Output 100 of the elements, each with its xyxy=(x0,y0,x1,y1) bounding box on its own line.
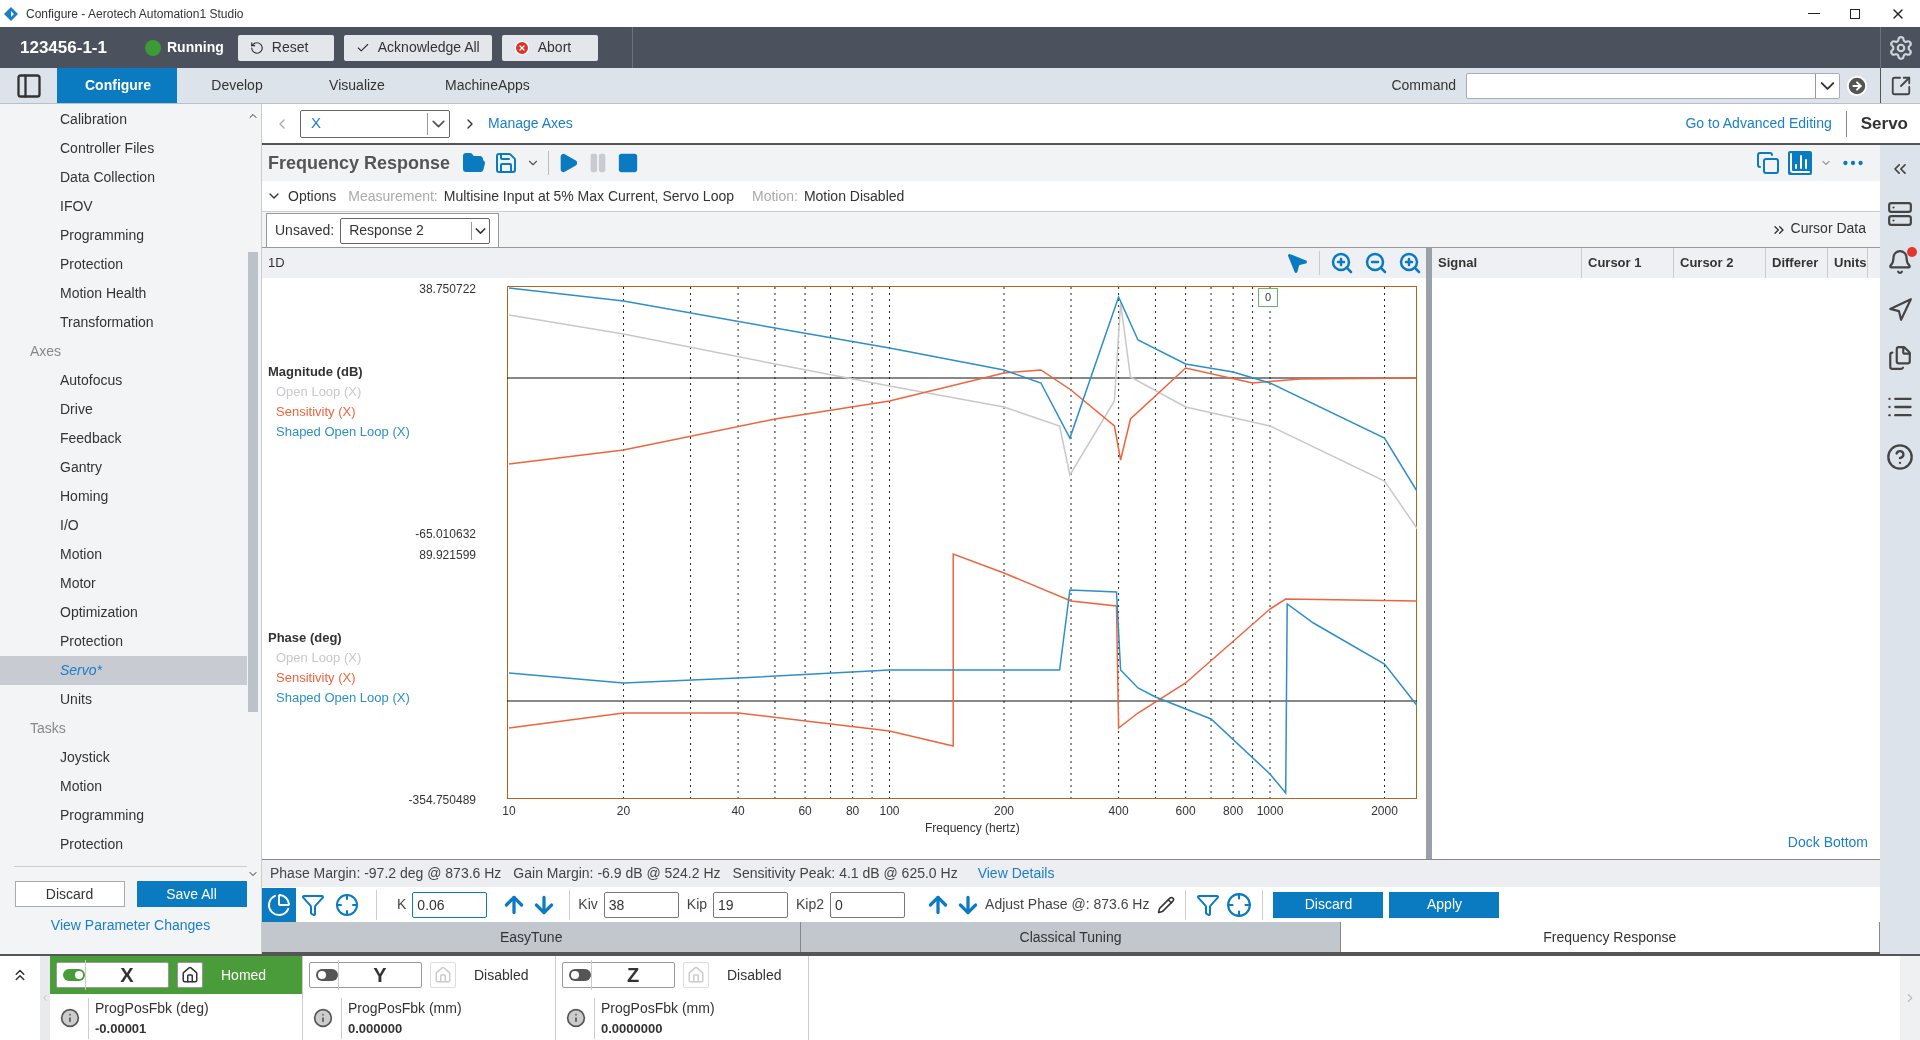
sidebar-item[interactable]: Joystick xyxy=(0,743,247,772)
info-icon[interactable] xyxy=(60,1008,80,1029)
tuning-tab[interactable]: Classical Tuning xyxy=(801,922,1341,952)
sidebar-item[interactable]: Programming xyxy=(0,801,247,830)
tuning-mode-button[interactable] xyxy=(262,887,296,922)
settings-icon[interactable] xyxy=(1887,34,1914,61)
zoom-in-icon[interactable] xyxy=(1398,251,1422,275)
restore-icon[interactable] xyxy=(1850,8,1860,19)
cursor-marker[interactable]: 0 xyxy=(1258,288,1279,307)
notification-icon[interactable] xyxy=(1887,249,1913,275)
sidebar-item[interactable]: Motor xyxy=(0,569,247,598)
pie-chart-icon xyxy=(267,892,291,917)
crosshair-icon xyxy=(335,892,359,917)
device-icon[interactable] xyxy=(1887,201,1913,227)
main-tab[interactable]: Develop xyxy=(177,68,297,103)
main-tab[interactable]: Visualize xyxy=(297,68,417,103)
main-tab[interactable]: MachineApps xyxy=(417,68,558,103)
sidebar-item[interactable]: Motion xyxy=(0,540,247,569)
manage-axes-link[interactable]: Manage Axes xyxy=(488,113,573,134)
sidebar-item[interactable]: Autofocus xyxy=(0,366,247,395)
info-icon[interactable] xyxy=(313,1008,333,1029)
sidebar-item[interactable]: Calibration xyxy=(0,105,247,134)
sidebar-item[interactable]: Motion xyxy=(0,772,247,801)
edit-icon[interactable] xyxy=(1157,895,1176,914)
tuning-tab[interactable]: EasyTune xyxy=(262,922,802,952)
axis-max-label: 38.750722 xyxy=(419,281,476,298)
zoom-out-icon[interactable] xyxy=(1364,251,1388,275)
axis-select[interactable]: X xyxy=(300,109,450,138)
legend-entry[interactable]: Shaped Open Loop (X) xyxy=(268,687,410,708)
sidebar-item[interactable]: Transformation xyxy=(0,308,247,337)
copy-icon[interactable] xyxy=(1756,151,1780,175)
command-label: Command xyxy=(1391,76,1456,95)
sidebar-item[interactable]: Optimization xyxy=(0,598,247,627)
gain-field[interactable]: 38 xyxy=(603,891,679,918)
open-folder-icon[interactable] xyxy=(462,151,487,175)
toolbar-button[interactable]: Reset xyxy=(237,34,334,61)
gain-field[interactable]: 0 xyxy=(830,891,906,918)
discard-button[interactable]: Discard xyxy=(14,881,125,907)
gain-field[interactable]: 19 xyxy=(713,891,789,918)
command-field[interactable] xyxy=(1466,72,1840,99)
sidebar-item[interactable]: Protection xyxy=(0,627,247,656)
pane-title: Phase (deg) xyxy=(268,629,343,647)
chart-icon[interactable] xyxy=(1788,151,1812,175)
navigate-icon[interactable] xyxy=(1887,297,1913,323)
enable-toggle[interactable] xyxy=(569,969,591,981)
sidebar-item[interactable]: Homing xyxy=(0,482,247,511)
sidebar-item[interactable]: Controller Files xyxy=(0,134,247,163)
sidebar-toggle-icon[interactable] xyxy=(14,71,43,100)
column-header[interactable]: Cursor 2 xyxy=(1674,248,1766,278)
sidebar-item[interactable]: Protection xyxy=(0,250,247,279)
info-icon[interactable] xyxy=(566,1008,586,1029)
help-icon[interactable] xyxy=(1886,443,1914,471)
tuning-button[interactable]: Apply xyxy=(1389,891,1500,918)
sidebar-item[interactable]: IFOV xyxy=(0,192,247,221)
advanced-editing-link[interactable]: Go to Advanced Editing xyxy=(1685,113,1832,134)
gain-field[interactable]: 0.06 xyxy=(412,891,488,918)
x-tick-label: 1000 xyxy=(1256,803,1284,820)
view-changes-link[interactable]: View Parameter Changes xyxy=(50,915,211,936)
sidebar-item[interactable]: Data Collection xyxy=(0,163,247,192)
save-all-button[interactable]: Save All xyxy=(136,881,247,907)
run-command-icon[interactable] xyxy=(1846,74,1868,97)
cursor-data-toggle[interactable]: Cursor Data xyxy=(1790,218,1866,239)
pop-out-icon[interactable] xyxy=(1889,74,1912,97)
dock-bottom-link[interactable]: Dock Bottom xyxy=(1787,832,1868,853)
add-filter-icon[interactable] xyxy=(1196,892,1221,917)
options-toggle[interactable]: Options xyxy=(288,185,337,207)
toolbar-button[interactable]: Abort xyxy=(501,34,598,61)
column-header[interactable]: Signal xyxy=(1432,248,1582,278)
chevron-left-icon xyxy=(40,993,50,1003)
save-icon[interactable] xyxy=(494,151,519,175)
tuning-button[interactable]: Discard xyxy=(1273,891,1384,918)
sidebar-item[interactable]: Drive xyxy=(0,395,247,424)
stop-icon[interactable] xyxy=(617,152,640,174)
sidebar-item[interactable]: Motion Health xyxy=(0,279,247,308)
column-header[interactable]: Units xyxy=(1828,248,1868,278)
add-target-icon[interactable] xyxy=(1226,891,1253,918)
sidebar-item[interactable]: Units xyxy=(0,685,247,714)
view-details-link[interactable]: View Details xyxy=(977,863,1055,884)
sidebar-item[interactable]: Gantry xyxy=(0,453,247,482)
response-select[interactable]: Response 2 xyxy=(340,217,491,244)
sidebar-item[interactable]: I/O xyxy=(0,511,247,540)
sidebar-item[interactable]: Programming xyxy=(0,221,247,250)
sidebar-item[interactable]: Feedback xyxy=(0,424,247,453)
scrollbar[interactable] xyxy=(248,252,258,712)
column-header[interactable]: Differer xyxy=(1766,248,1828,278)
axis-status: Disabled xyxy=(474,965,529,985)
toolbar-button[interactable]: Acknowledge All xyxy=(343,34,492,61)
documents-icon[interactable] xyxy=(1887,345,1913,371)
column-header[interactable]: Cursor 1 xyxy=(1582,248,1674,278)
enable-toggle[interactable] xyxy=(63,969,85,981)
sidebar-item[interactable]: Protection xyxy=(0,830,247,859)
controller-name: 123456-1-1 xyxy=(20,36,108,59)
x-tick-label: 100 xyxy=(879,803,900,820)
legend-entry[interactable]: Shaped Open Loop (X) xyxy=(268,421,410,442)
home-icon[interactable] xyxy=(181,966,199,984)
main-tab[interactable]: Configure xyxy=(57,68,177,103)
bode-plot[interactable] xyxy=(507,286,1417,799)
sidebar-section-header: Tasks xyxy=(29,719,67,738)
metric-text: Gain Margin: -6.9 dB @ 524.2 Hz xyxy=(513,864,721,883)
enable-toggle[interactable] xyxy=(316,969,338,981)
